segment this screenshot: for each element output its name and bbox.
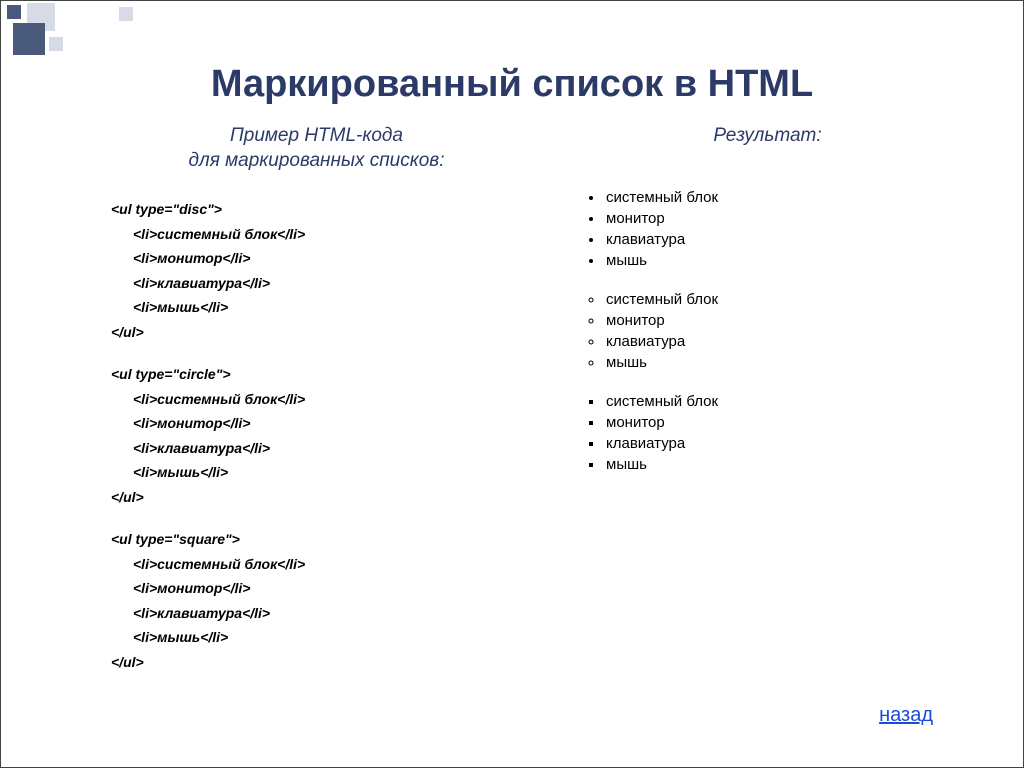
heading-line: для маркированных списков: [189,150,445,171]
code-example: <ul type="disc"> <li>системный блок</li>… [111,197,522,674]
list-item: системный блок [604,393,973,410]
list-item: системный блок [604,291,973,308]
page-title: Маркированный список в HTML [1,1,1023,106]
list-item: монитор [604,210,973,227]
result-list-square: системный блок монитор клавиатура мышь [604,393,973,473]
code-line: <li>мышь</li> [111,295,522,320]
heading-line: Пример HTML-кода [230,125,403,146]
code-line: <li>системный блок</li> [111,387,522,412]
code-group: <ul type="disc"> <li>системный блок</li>… [111,197,522,344]
list-item: мышь [604,252,973,269]
slide-container: Маркированный список в HTML Пример HTML-… [0,0,1024,768]
code-line: <li>клавиатура</li> [111,436,522,461]
code-line: <li>монитор</li> [111,246,522,271]
result-list-circle: системный блок монитор клавиатура мышь [604,291,973,371]
code-group: <ul type="square"> <li>системный блок</l… [111,527,522,674]
deco-square-icon [49,37,63,51]
code-column-heading: Пример HTML-кода для маркированных списк… [111,124,522,173]
code-line: <li>монитор</li> [111,576,522,601]
code-line: <li>мышь</li> [111,460,522,485]
two-column-layout: Пример HTML-кода для маркированных списк… [1,124,1023,692]
code-line: </ul> [111,650,522,675]
list-item: системный блок [604,189,973,206]
code-line: <ul type="disc"> [111,197,522,222]
result-list-disc: системный блок монитор клавиатура мышь [604,189,973,269]
deco-square-icon [13,23,45,55]
code-line: </ul> [111,320,522,345]
list-item: клавиатура [604,435,973,452]
list-item: клавиатура [604,333,973,350]
list-item: монитор [604,312,973,329]
code-column: Пример HTML-кода для маркированных списк… [51,124,522,692]
code-line: <li>клавиатура</li> [111,271,522,296]
code-line: <li>мышь</li> [111,625,522,650]
code-line: <li>клавиатура</li> [111,601,522,626]
code-line: <li>монитор</li> [111,411,522,436]
corner-decoration [1,1,141,61]
code-line: </ul> [111,485,522,510]
code-line: <li>системный блок</li> [111,222,522,247]
list-item: монитор [604,414,973,431]
result-column: Результат: системный блок монитор клавиа… [522,124,973,692]
code-group: <ul type="circle"> <li>системный блок</l… [111,362,522,509]
list-item: клавиатура [604,231,973,248]
deco-square-icon [119,7,133,21]
result-output: системный блок монитор клавиатура мышь с… [562,189,973,473]
result-column-heading: Результат: [562,124,973,149]
deco-square-icon [7,5,21,19]
list-item: мышь [604,354,973,371]
code-line: <li>системный блок</li> [111,552,522,577]
list-item: мышь [604,456,973,473]
code-line: <ul type="circle"> [111,362,522,387]
code-line: <ul type="square"> [111,527,522,552]
back-link[interactable]: назад [879,704,933,727]
